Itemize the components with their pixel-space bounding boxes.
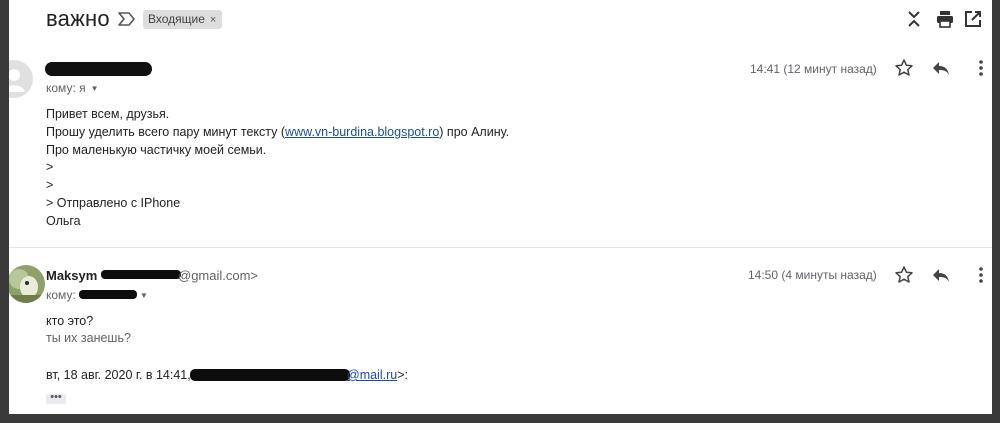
- quote-header-prefix: вт, 18 авг. 2020 г. в 14:41,: [46, 368, 191, 382]
- more-vert-icon[interactable]: [971, 58, 991, 78]
- to-label: кому: я: [46, 81, 86, 95]
- redacted-recipient: [79, 290, 137, 299]
- recipients-toggle[interactable]: ▼: [135, 288, 148, 302]
- collapse-all-icon[interactable]: [904, 9, 924, 29]
- body-line: Прошу уделить всего пару минут тексту (w…: [46, 125, 509, 139]
- show-trimmed-content-button[interactable]: •••: [46, 392, 66, 404]
- body-text: ) про Алину.: [439, 125, 510, 139]
- star-icon[interactable]: [894, 265, 914, 285]
- more-vert-icon[interactable]: [971, 265, 991, 285]
- sender-email: @gmail.com>: [178, 268, 259, 283]
- body-text: Прошу уделить всего пару минут тексту (: [46, 125, 286, 139]
- sender-name: Maksym: [46, 268, 98, 283]
- message-timestamp: 14:50 (4 минуты назад): [748, 268, 877, 282]
- email-thread: важно Входящие × кому: я ▼ 14:41 (12 мин…: [9, 0, 992, 414]
- star-icon[interactable]: [894, 58, 914, 78]
- chevron-down-icon: ▼: [90, 84, 99, 93]
- body-line: >: [46, 160, 54, 174]
- open-in-new-window-icon[interactable]: [963, 9, 983, 29]
- redacted-sender: [45, 62, 152, 76]
- message-timestamp: 14:41 (12 минут назад): [750, 62, 877, 76]
- quote-end: >:: [397, 368, 408, 382]
- chevron-down-icon: ▼: [140, 291, 148, 300]
- message-divider: [9, 247, 992, 248]
- body-line: Привет всем, друзья.: [46, 107, 170, 121]
- importance-marker-icon[interactable]: [118, 11, 136, 27]
- thread-subject: важно: [46, 6, 110, 31]
- body-line: кто это?: [46, 314, 94, 328]
- body-line: > Отправлено с IPhone: [46, 196, 181, 210]
- avatar[interactable]: [9, 265, 45, 303]
- subject-row: важно Входящие ×: [9, 0, 992, 40]
- recipients-toggle[interactable]: кому: я ▼: [46, 81, 99, 95]
- reply-icon[interactable]: [931, 265, 951, 285]
- profile-photo: [9, 265, 45, 303]
- quote-email-link[interactable]: @mail.ru: [347, 368, 397, 382]
- remove-label-button[interactable]: ×: [210, 14, 216, 26]
- body-line: ты их занешь?: [46, 331, 131, 345]
- body-line: Про маленькую частичку моей семьи.: [46, 143, 267, 157]
- signature: Ольга: [46, 214, 81, 228]
- label-chip-text: Входящие: [148, 12, 205, 26]
- quote-header-email: @mail.ru>:: [347, 368, 408, 382]
- redacted-quote-sender: [190, 369, 350, 381]
- body-line: >: [46, 178, 54, 192]
- recipients-label: кому:: [46, 288, 76, 302]
- label-chip-inbox: Входящие ×: [143, 10, 223, 29]
- default-avatar-icon: [9, 69, 25, 92]
- print-icon[interactable]: [935, 9, 955, 29]
- blog-link[interactable]: www.vn-burdina.blogspot.ro: [285, 125, 439, 139]
- avatar[interactable]: [9, 60, 33, 98]
- reply-icon[interactable]: [931, 58, 951, 78]
- redacted-email-local: [101, 270, 181, 279]
